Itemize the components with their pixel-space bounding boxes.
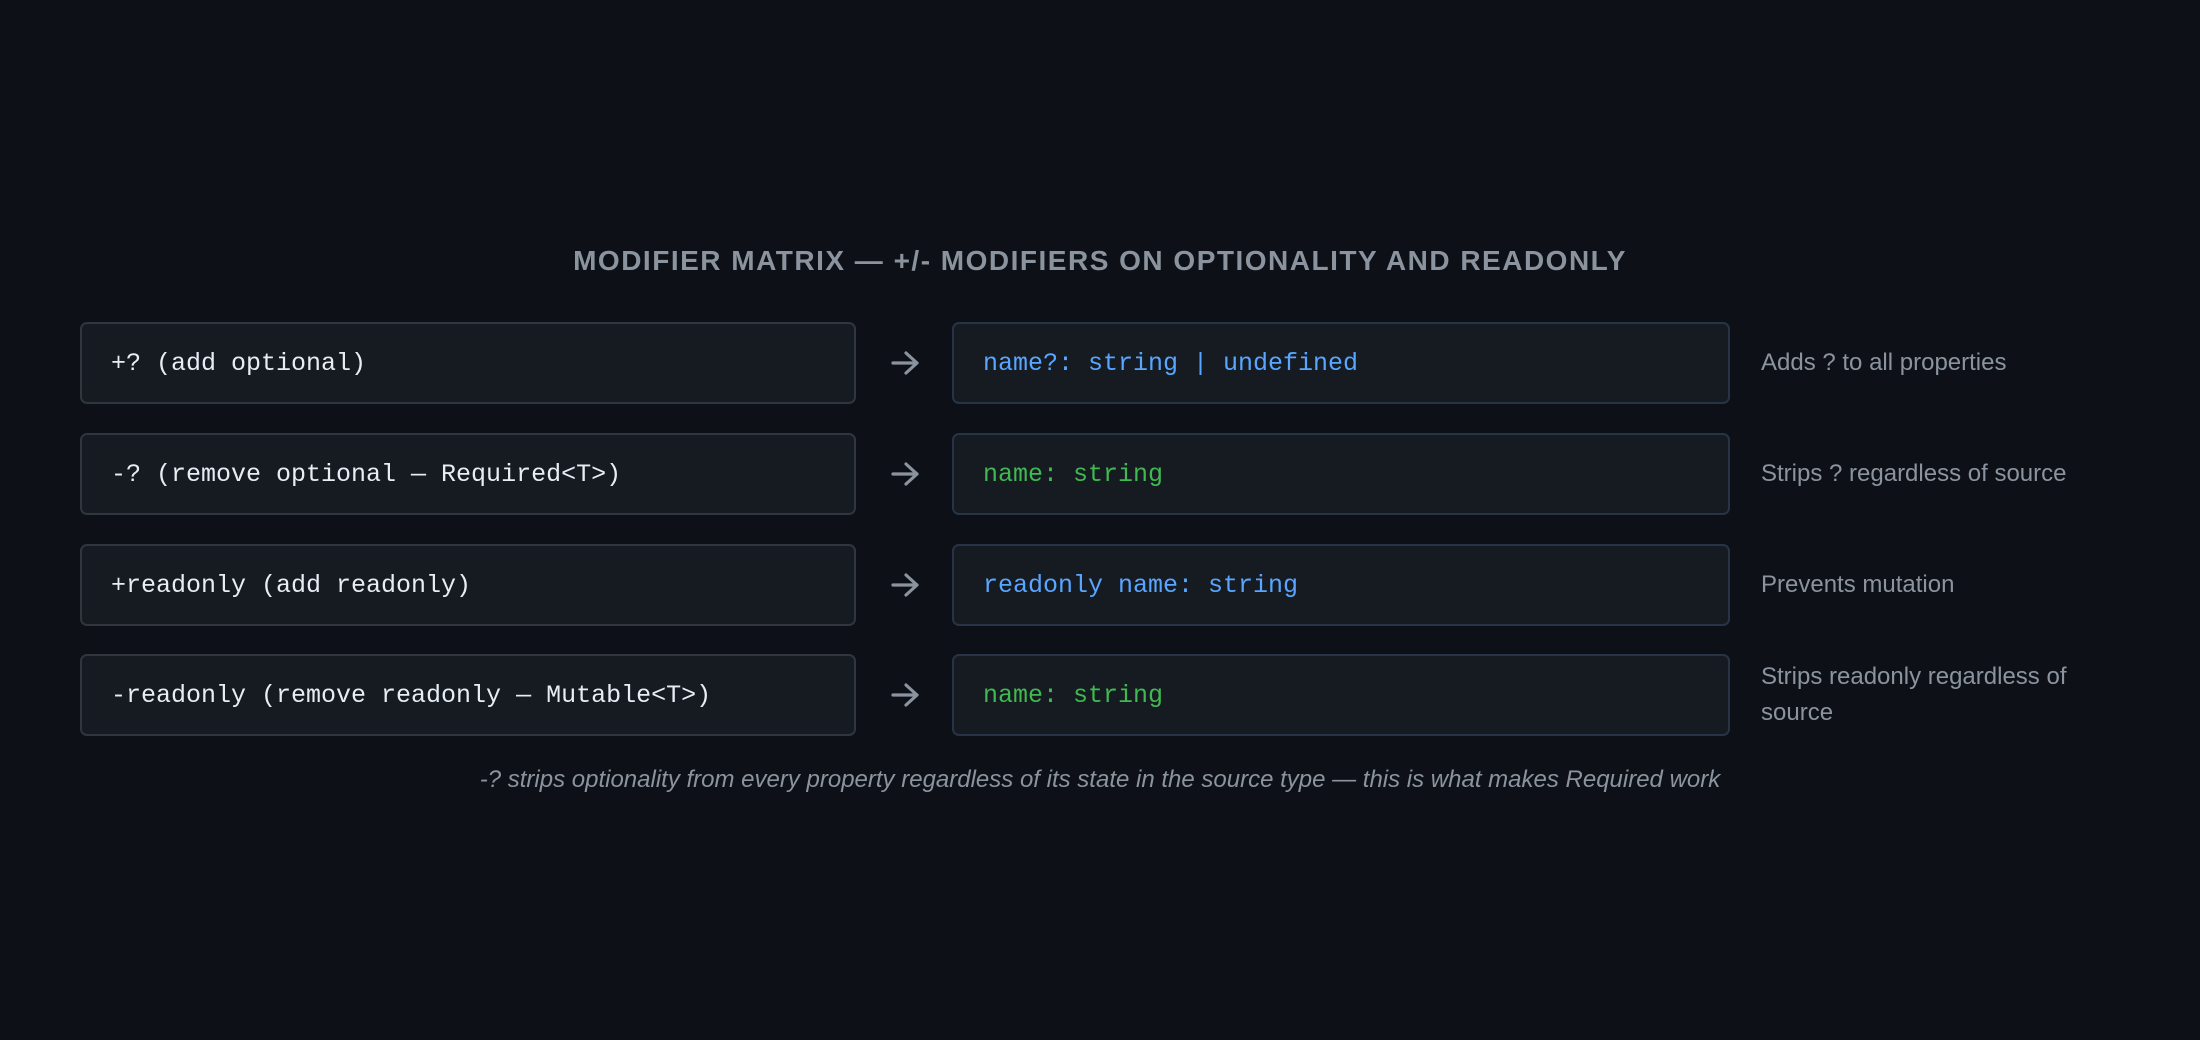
row-note: Adds ? to all properties: [1761, 322, 2121, 404]
arrow-right-icon: [886, 322, 926, 404]
result-box: readonly name: string: [952, 544, 1730, 626]
matrix-row-add-optional: +? (add optional) name?: string | undefi…: [80, 322, 2140, 404]
arrow-right-icon: [886, 654, 926, 736]
row-note: Prevents mutation: [1761, 544, 2121, 626]
modifier-label: +? (add optional): [111, 348, 367, 378]
footnote: -? strips optionality from every propert…: [479, 766, 1721, 793]
diagram-title: MODIFIER MATRIX — +/- MODIFIERS ON OPTIO…: [573, 245, 1627, 276]
result-type: name?: string | undefined: [983, 348, 1359, 378]
result-type: name: string: [983, 680, 1164, 710]
modifier-label: +readonly (add readonly): [111, 570, 472, 600]
row-note-text: Prevents mutation: [1761, 571, 1955, 598]
result-type: name: string: [983, 459, 1164, 489]
result-box: name: string: [952, 433, 1730, 515]
row-note-text: Strips ? regardless of source: [1761, 460, 2067, 487]
result-type: readonly name: string: [983, 570, 1299, 600]
row-note-text: Adds ? to all properties: [1761, 349, 2007, 376]
modifier-box: -? (remove optional — Required<T>): [80, 433, 856, 515]
matrix-row-remove-optional: -? (remove optional — Required<T>) name:…: [80, 433, 2140, 515]
row-note: Strips ? regardless of source: [1761, 433, 2121, 515]
matrix-row-remove-readonly: -readonly (remove readonly — Mutable<T>)…: [80, 654, 2140, 736]
modifier-label: -readonly (remove readonly — Mutable<T>): [111, 680, 712, 710]
row-note-text: Strips readonly regardless of source: [1761, 663, 2067, 726]
result-box: name: string: [952, 654, 1730, 736]
row-note: Strips readonly regardless of source: [1761, 654, 2121, 736]
modifier-label: -? (remove optional — Required<T>): [111, 459, 622, 489]
modifier-box: -readonly (remove readonly — Mutable<T>): [80, 654, 856, 736]
matrix-row-add-readonly: +readonly (add readonly) readonly name: …: [80, 544, 2140, 626]
arrow-right-icon: [886, 544, 926, 626]
modifier-box: +readonly (add readonly): [80, 544, 856, 626]
result-box: name?: string | undefined: [952, 322, 1730, 404]
modifier-box: +? (add optional): [80, 322, 856, 404]
arrow-right-icon: [886, 433, 926, 515]
